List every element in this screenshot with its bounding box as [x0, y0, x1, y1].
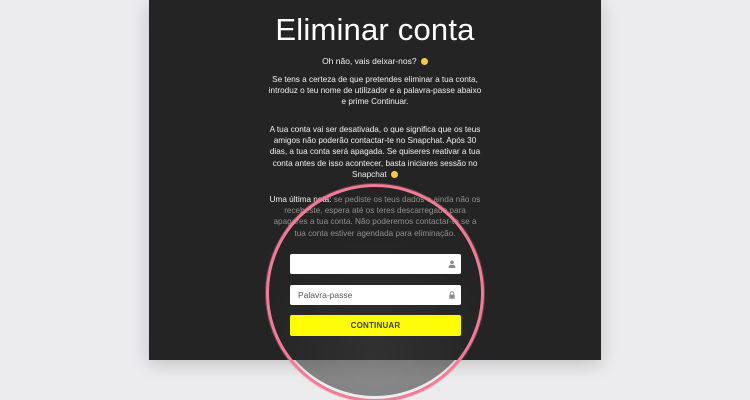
page-background: Eliminar conta Oh não, vais deixar-nos? … — [0, 0, 750, 400]
smiley-icon — [390, 170, 398, 178]
deactivation-text: A tua conta vai ser desativada, o que si… — [269, 125, 481, 179]
instructions-paragraph: Se tens a certeza de que pretendes elimi… — [268, 75, 482, 107]
user-icon — [448, 260, 456, 268]
delete-account-panel: Eliminar conta Oh não, vais deixar-nos? … — [149, 0, 601, 360]
page-title: Eliminar conta — [275, 12, 475, 47]
password-input[interactable] — [290, 285, 461, 305]
username-input[interactable] — [290, 254, 461, 274]
subtitle-text: Oh não, vais deixar-nos? — [322, 56, 417, 66]
subtitle: Oh não, vais deixar-nos? — [149, 56, 601, 67]
final-note-paragraph: Uma última nota: se pediste os teus dado… — [267, 194, 483, 239]
smiley-icon — [420, 58, 428, 65]
final-note-lead: Uma última nota: — [269, 195, 332, 204]
deactivation-paragraph: A tua conta vai ser desativada, o que si… — [267, 124, 483, 180]
lock-icon — [449, 291, 455, 299]
continue-button[interactable]: CONTINUAR — [290, 315, 461, 336]
